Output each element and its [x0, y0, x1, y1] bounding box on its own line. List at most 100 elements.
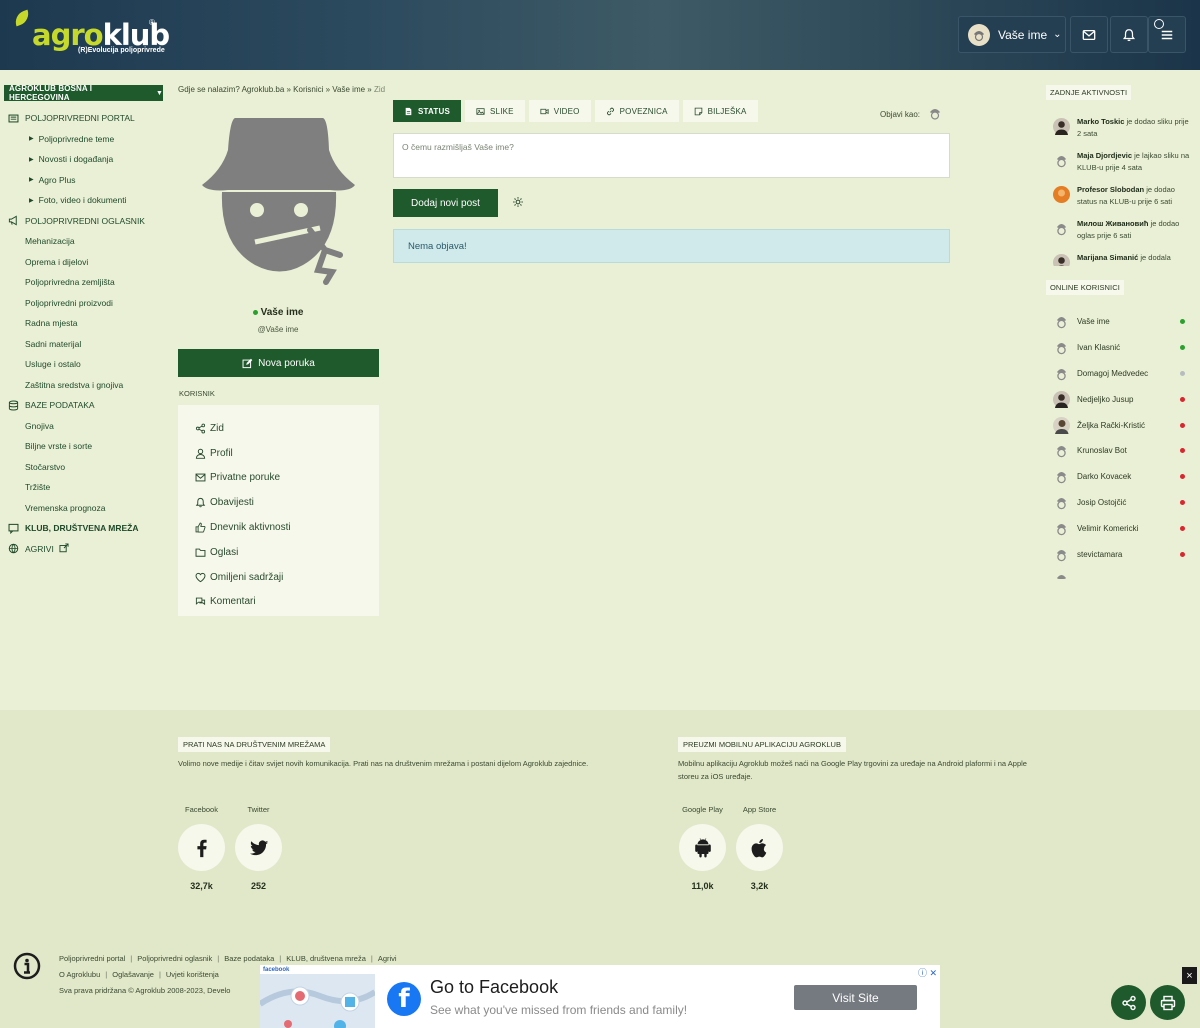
activity-user[interactable]: Милош Живановић	[1077, 219, 1148, 228]
online-user[interactable]: Krunoslav Bot	[1053, 438, 1193, 464]
online-user[interactable]: stevictamara	[1053, 541, 1193, 567]
online-user[interactable]: Nedjeljko Jusup	[1053, 386, 1193, 412]
sidebar-item-biljne-vrste-i-sorte[interactable]: Biljne vrste i sorte	[0, 436, 170, 457]
sidebar-item-foto-video-i-dokumenti[interactable]: ▶ Foto, video i dokumenti	[0, 190, 170, 211]
footer-link[interactable]: Agrivi	[378, 954, 397, 963]
sidebar-item-poljoprivredna-zemlji-ta[interactable]: Poljoprivredna zemljišta	[0, 272, 170, 293]
tab-bilješka[interactable]: BILJEŠKA	[682, 100, 758, 122]
sidebar-item-poljoprivredni-portal[interactable]: POLJOPRIVREDNI PORTAL	[0, 108, 170, 129]
google-play-link[interactable]: Google Play 11,0k	[674, 805, 731, 891]
sidebar-item-agrivi[interactable]: AGRIVI	[0, 539, 170, 560]
post-as-avatar[interactable]	[927, 105, 943, 123]
online-users-title: ONLINE KORISNICI	[1046, 280, 1124, 295]
agroklub-logo[interactable]: agroklub ® (R)Evolucija poljoprivrede	[12, 9, 184, 60]
online-user[interactable]: Velimir Komericki	[1053, 515, 1193, 541]
activity-item[interactable]: Marko Toskic je dodao sliku prije 2 sata	[1053, 116, 1193, 139]
sidebar-item-novosti-i-doga-anja[interactable]: ▶ Novosti i događanja	[0, 149, 170, 170]
sidebar-item-poljoprivredne-teme[interactable]: ▶ Poljoprivredne teme	[0, 129, 170, 150]
footer-link[interactable]: Oglašavanje	[112, 970, 154, 979]
user-menu-label: Vaše ime	[998, 27, 1048, 42]
print-button[interactable]	[1150, 985, 1185, 1020]
visit-site-button[interactable]: Visit Site	[794, 985, 917, 1010]
sidebar-item-agro-plus[interactable]: ▶ Agro Plus	[0, 170, 170, 191]
sidebar-item-za-titna-sredstva-i-gnojiva[interactable]: Zaštitna sredstva i gnojiva	[0, 375, 170, 396]
info-icon[interactable]	[13, 952, 41, 980]
add-post-button[interactable]: Dodaj novi post	[393, 189, 498, 217]
new-message-button[interactable]: Nova poruka	[178, 349, 379, 377]
online-user[interactable]: Ivan Klasnić	[1053, 335, 1193, 361]
user-menu-item[interactable]: Profil	[195, 441, 379, 466]
facebook-ad-banner[interactable]: facebook f Go to Facebook See what you'v…	[260, 965, 940, 1028]
user-menu-item[interactable]: Dnevnik aktivnosti	[195, 515, 379, 540]
activity-item[interactable]: Profesor Slobodan je dodao status na KLU…	[1053, 184, 1193, 207]
sidebar-item-usluge-i-ostalo[interactable]: Usluge i ostalo	[0, 354, 170, 375]
sidebar-item-gnojiva[interactable]: Gnojiva	[0, 416, 170, 437]
heart-icon	[195, 572, 206, 583]
online-user[interactable]: Josip Ostojčić	[1053, 490, 1193, 516]
user-menu-button[interactable]: Vaše ime ⌄	[958, 16, 1066, 53]
online-user-name: Domagoj Medvedec	[1077, 368, 1149, 378]
activity-item[interactable]: Maja Djordjevic je lajkao sliku na KLUB-…	[1053, 150, 1193, 173]
link-separator: |	[158, 970, 161, 979]
sidebar-item-radna-mjesta[interactable]: Radna mjesta	[0, 313, 170, 334]
tab-poveznica[interactable]: POVEZNICA	[594, 100, 679, 122]
main-menu-button[interactable]	[1148, 16, 1186, 53]
user-menu-item[interactable]: Privatne poruke	[195, 466, 379, 491]
sidebar-item-oprema-i-dijelovi[interactable]: Oprema i dijelovi	[0, 252, 170, 273]
user-menu-item[interactable]: Omiljeni sadržaji	[195, 565, 379, 590]
online-user[interactable]: Vaše ime	[1053, 309, 1193, 335]
footer-link[interactable]: Poljoprivredni portal	[59, 954, 125, 963]
share-button[interactable]	[1111, 985, 1146, 1020]
activity-user[interactable]: Maja Djordjevic	[1077, 151, 1132, 160]
tab-status[interactable]: STATUS	[393, 100, 462, 122]
follower-count: 252	[250, 881, 267, 891]
user-menu-item[interactable]: Oglasi	[195, 540, 379, 565]
online-user[interactable]: Domagoj Medvedec	[1053, 361, 1193, 387]
sidebar-item-mehanizacija[interactable]: Mehanizacija	[0, 231, 170, 252]
ad-choices-icon[interactable]: ⓘ ✕	[918, 966, 937, 979]
activity-item[interactable]: Marijana Simanić je dodala	[1053, 252, 1193, 266]
app-title: PREUZMI MOBILNU APLIKACIJU AGROKLUB	[678, 737, 846, 752]
sidebar-item-tr-i-te[interactable]: Tržište	[0, 477, 170, 498]
footer-link[interactable]: Poljoprivredni oglasnik	[137, 954, 212, 963]
facebook-link[interactable]: Facebook 32,7k	[173, 805, 230, 891]
messages-button[interactable]	[1070, 16, 1108, 53]
user-menu-item[interactable]: Komentari	[195, 590, 379, 615]
online-user[interactable]: Darko Kovacek	[1053, 464, 1193, 490]
region-selector[interactable]: AGROKLUB BOSNA I HERCEGOVINA ▼	[4, 84, 163, 102]
sidebar-item-poljoprivredni-proizvodi[interactable]: Poljoprivredni proizvodi	[0, 293, 170, 314]
footer-link[interactable]: Uvjeti korištenja	[166, 970, 219, 979]
post-settings-gear-icon[interactable]	[512, 196, 524, 208]
breadcrumb-current: Zid	[373, 85, 386, 94]
footer-link[interactable]: O Agroklubu	[59, 970, 100, 979]
footer-link[interactable]: Baze podataka	[224, 954, 274, 963]
online-user[interactable]	[1053, 567, 1193, 579]
status-dot	[1180, 525, 1185, 531]
sidebar-item-label: Mehanizacija	[25, 236, 75, 247]
sidebar-item-vremenska-prognoza[interactable]: Vremenska prognoza	[0, 498, 170, 519]
footer-link[interactable]: KLUB, društvena mreža	[286, 954, 366, 963]
tab-video[interactable]: VIDEO	[528, 100, 591, 122]
breadcrumb-trail[interactable]: Agroklub.ba » Korisnici » Vaše ime »	[242, 85, 372, 94]
sidebar-item-sto-arstvo[interactable]: Stočarstvo	[0, 457, 170, 478]
activity-user[interactable]: Profesor Slobodan	[1077, 185, 1144, 194]
activity-user[interactable]: Marijana Simanić	[1077, 253, 1138, 262]
activity-item[interactable]: Милош Живановић je dodao oglas prije 6 s…	[1053, 218, 1193, 241]
user-menu-item[interactable]: Zid	[195, 416, 379, 441]
app-store-link[interactable]: App Store 3,2k	[731, 805, 788, 891]
close-ad-button[interactable]: ×	[1182, 967, 1197, 984]
tab-slike[interactable]: SLIKE	[465, 100, 525, 122]
status-input[interactable]: O čemu razmišljaš Vaše ime?	[393, 133, 950, 178]
online-user[interactable]: Željka Rački-Kristić	[1053, 412, 1193, 438]
sidebar-item-klub-dru-tvena-mre-a[interactable]: KLUB, DRUŠTVENA MREŽA	[0, 518, 170, 539]
twitter-link[interactable]: Twitter 252	[230, 805, 287, 891]
avatar	[1053, 442, 1070, 459]
user-menu-item[interactable]: Obavijesti	[195, 490, 379, 515]
notifications-button[interactable]	[1110, 16, 1148, 53]
avatar	[1053, 520, 1070, 537]
social-title: PRATI NAS NA DRUŠTVENIM MREŽAMA	[178, 737, 331, 752]
sidebar-item-baze-podataka[interactable]: BAZE PODATAKA	[0, 395, 170, 416]
activity-user[interactable]: Marko Toskic	[1077, 117, 1124, 126]
sidebar-item-poljoprivredni-oglasnik[interactable]: POLJOPRIVREDNI OGLASNIK	[0, 211, 170, 232]
sidebar-item-sadni-materijal[interactable]: Sadni materijal	[0, 334, 170, 355]
